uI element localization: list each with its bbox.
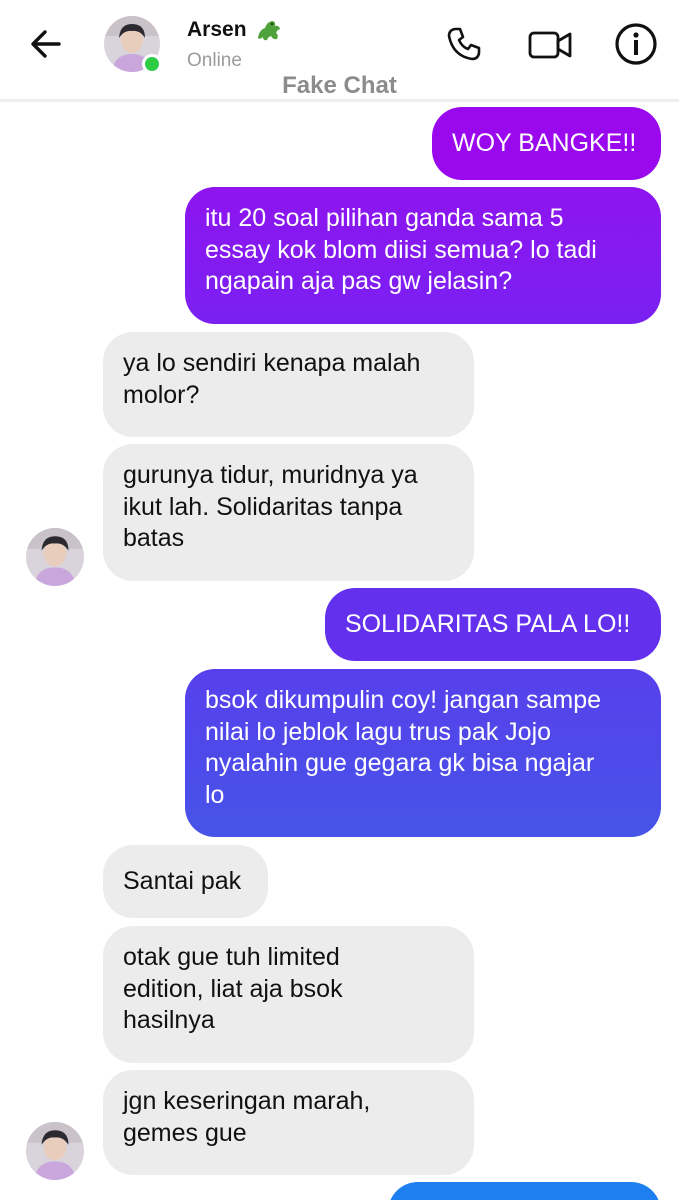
crocodile-emoji-icon (258, 21, 280, 41)
sender-avatar (26, 1122, 84, 1180)
message-received[interactable]: gurunya tidur, muridnya ya ikut lah. Sol… (103, 444, 474, 581)
message-received[interactable]: Santai pak (103, 845, 268, 918)
video-call-button[interactable] (526, 20, 574, 68)
message-received[interactable]: ya lo sendiri kenapa malah molor? (103, 332, 474, 437)
chat-header: Arsen Online Fake Chat (0, 0, 679, 102)
sender-avatar (26, 528, 84, 586)
message-sent[interactable]: SOLIDARITAS PALA LO!! (325, 588, 661, 661)
message-sent[interactable]: bsok dikumpulin coy! jangan sampe nilai … (185, 669, 661, 837)
watermark-text: Fake Chat (282, 72, 397, 99)
contact-name: Arsen (187, 18, 247, 41)
info-icon (615, 23, 657, 65)
info-button[interactable] (612, 20, 660, 68)
video-camera-icon (528, 31, 572, 59)
message-received[interactable]: jgn keseringan marah, gemes gue (103, 1070, 474, 1175)
voice-call-button[interactable] (440, 20, 488, 68)
contact-avatar[interactable] (104, 16, 162, 74)
message-received[interactable]: otak gue tuh limited edition, liat aja b… (103, 926, 474, 1063)
message-sent[interactable]: WOY BANGKE!! (432, 107, 661, 180)
message-sent-partial[interactable] (388, 1182, 661, 1200)
back-arrow-icon (31, 30, 61, 58)
phone-icon (447, 27, 481, 61)
back-button[interactable] (26, 24, 66, 64)
contact-status: Online (187, 50, 242, 71)
message-sent[interactable]: itu 20 soal pilihan ganda sama 5 essay k… (185, 187, 661, 324)
online-indicator (142, 54, 162, 74)
